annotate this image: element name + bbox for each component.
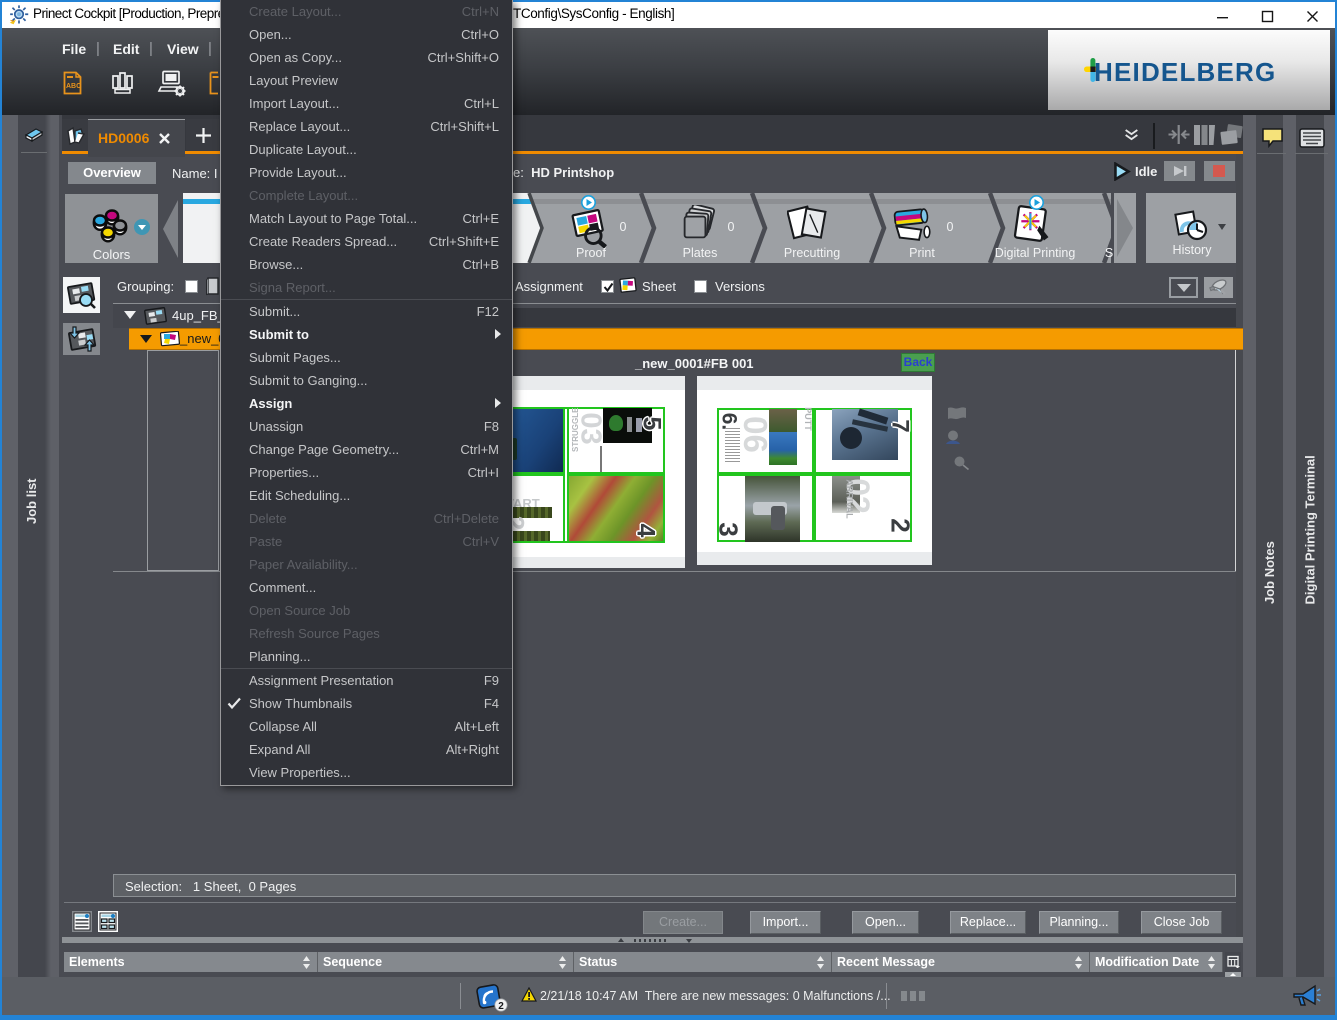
svg-text:2: 2	[498, 1001, 504, 1012]
svg-text:ABC: ABC	[66, 83, 81, 90]
